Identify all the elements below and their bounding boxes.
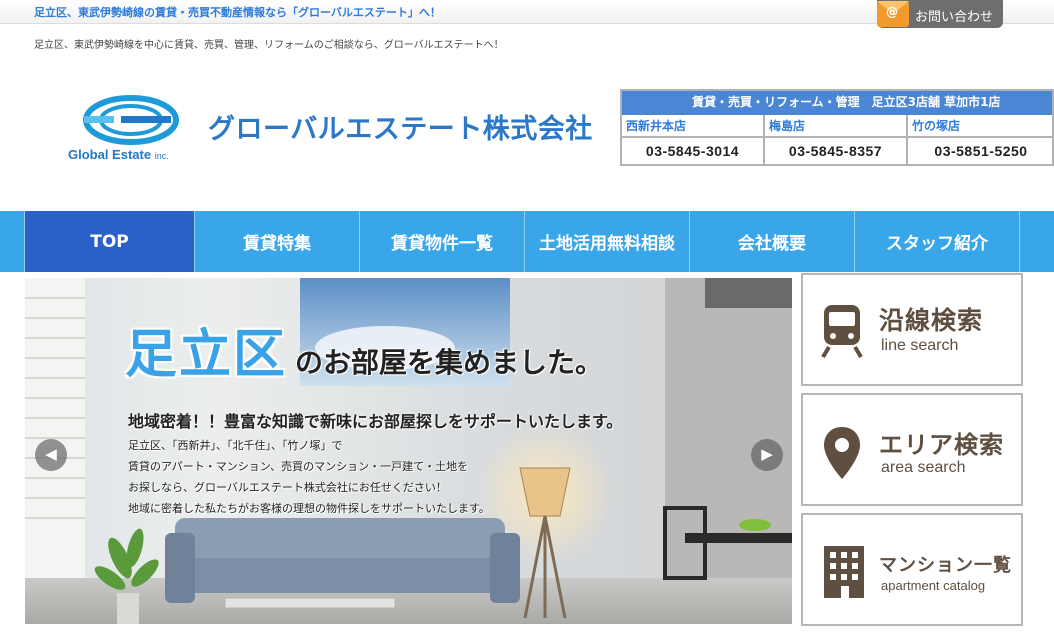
site-tagline[interactable]: 足立区、東武伊勢崎線の賃貸・売買不動産情報なら「グローバルエステート」へ！ xyxy=(34,4,441,20)
store-table: 賃貸・売買・リフォーム・管理 足立区3店舗 草加市1店 西新井本店 03-584… xyxy=(620,89,1054,166)
contact-label: お問い合わせ xyxy=(915,10,994,25)
store-nishiarai: 西新井本店 03-5845-3014 xyxy=(622,115,765,164)
company-logo[interactable]: Global Estate inc. グローバルエステート株式会社 xyxy=(68,95,608,167)
hero-line: 地域に密着した私たちがお客様の理想の物件探しをサポートいたします。 xyxy=(128,502,490,515)
site-description: 足立区、東武伊勢崎線を中心に賃貸、売買、管理、リフォームのご相談なら、グローバル… xyxy=(34,40,504,51)
hero-title-rest: のお部屋を集めました。 xyxy=(295,346,604,379)
store-tel[interactable]: 03-5851-5250 xyxy=(908,138,1052,159)
global-nav: TOP 賃貸特集 賃貸物件一覧 土地活用無料相談 会社概要 スタッフ紹介 xyxy=(0,211,1054,272)
hero-lead: 地域密着！！豊富な知識で新味にお部屋探しをサポートいたします。 xyxy=(128,412,623,431)
apartment-catalog-button[interactable]: マンション一覧 apartment catalog xyxy=(801,513,1023,626)
line-search-label: 沿線検索 xyxy=(879,306,984,335)
apartment-catalog-sublabel: apartment catalog xyxy=(881,578,986,593)
nav-item-rental-feature[interactable]: 賃貸特集 xyxy=(195,211,360,272)
globe-logo-icon xyxy=(83,95,179,145)
contact-button[interactable]: @ お問い合わせ xyxy=(877,0,1003,28)
map-pin-icon xyxy=(824,427,860,479)
store-name: 竹の塚店 xyxy=(908,115,1052,138)
area-search-button[interactable]: エリア検索 area search xyxy=(801,393,1023,506)
hero-line: 賃貸のアパート・マンション、売買のマンション・一戸建て・土地を xyxy=(128,460,469,473)
slider-prev-icon[interactable]: ◀ xyxy=(35,439,67,471)
nav-item-top[interactable]: TOP xyxy=(25,211,195,272)
store-umejima: 梅島店 03-5845-8357 xyxy=(765,115,908,164)
apartment-catalog-label: マンション一覧 xyxy=(879,555,1012,576)
building-icon xyxy=(824,546,864,598)
hero-title: 足立区 のお部屋を集めました。 xyxy=(125,312,603,387)
area-search-label: エリア検索 xyxy=(879,431,1004,459)
slider-next-icon[interactable]: ▶ xyxy=(751,439,783,471)
hero-slider[interactable]: 足立区 のお部屋を集めました。 地域密着！！豊富な知識で新味にお部屋探しをサポート… xyxy=(25,278,792,624)
hero-line: 足立区、「西新井」、「北千住」、「竹ノ塚」で xyxy=(128,439,343,452)
nav-item-rental-list[interactable]: 賃貸物件一覧 xyxy=(360,211,525,272)
logo-english: Global Estate inc. xyxy=(68,147,169,162)
logo-english-suffix: inc. xyxy=(154,151,169,161)
logo-english-name: Global Estate xyxy=(68,147,152,162)
nav-item-company[interactable]: 会社概要 xyxy=(690,211,855,272)
store-name: 西新井本店 xyxy=(622,115,763,138)
hero-body: 足立区、「西新井」、「北千住」、「竹ノ塚」で 賃貸のアパート・マンション、売買の… xyxy=(128,435,490,519)
hero-title-area: 足立区 xyxy=(125,325,288,385)
logo-japanese: グローバルエステート株式会社 xyxy=(208,114,593,145)
line-search-button[interactable]: 沿線検索 line search xyxy=(801,273,1023,386)
store-tel[interactable]: 03-5845-8357 xyxy=(765,138,906,159)
store-name: 梅島店 xyxy=(765,115,906,138)
store-table-heading: 賃貸・売買・リフォーム・管理 足立区3店舗 草加市1店 xyxy=(622,91,1052,115)
hero-line: お探しなら、グローバルエステート株式会社にお任せください！ xyxy=(128,481,447,494)
area-search-sublabel: area search xyxy=(881,459,966,476)
nav-item-staff[interactable]: スタッフ紹介 xyxy=(855,211,1020,272)
line-search-sublabel: line search xyxy=(881,337,959,354)
store-tel[interactable]: 03-5845-3014 xyxy=(622,138,763,159)
store-takenotsuka: 竹の塚店 03-5851-5250 xyxy=(908,115,1052,164)
mail-at-icon: @ xyxy=(877,1,909,27)
nav-item-land-consult[interactable]: 土地活用無料相談 xyxy=(525,211,690,272)
train-icon xyxy=(821,305,863,359)
